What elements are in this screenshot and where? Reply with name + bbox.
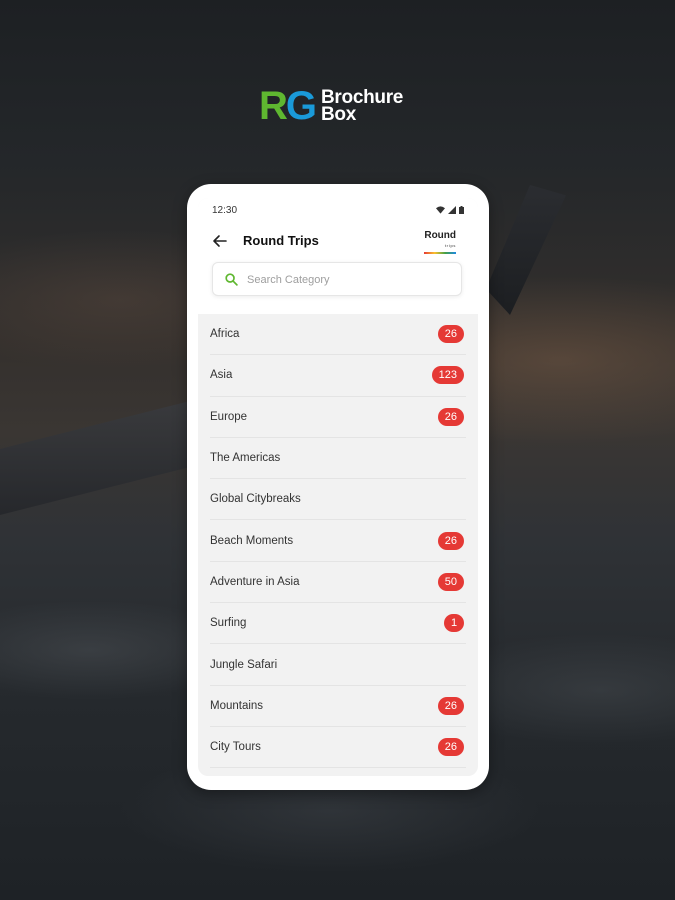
count-badge: 50 — [437, 572, 464, 591]
category-label: Global Citybreaks — [210, 493, 301, 506]
category-label: Europe — [210, 410, 248, 423]
category-label: Jungle Safari — [210, 658, 278, 671]
count-badge: 1 — [444, 614, 464, 633]
status-time: 12:30 — [212, 205, 238, 216]
app-screen: 12:30 Round Trips Round trips Search Cat… — [198, 198, 478, 776]
logo-text: Brochure Box — [321, 87, 404, 125]
count-badge: 26 — [437, 407, 464, 426]
page-title: Round Trips — [243, 233, 319, 248]
count-badge: 26 — [437, 531, 464, 550]
search-section — [198, 260, 478, 314]
category-item[interactable]: The Americas — [210, 438, 466, 480]
category-item[interactable]: City Tours 26 — [210, 727, 466, 769]
category-label: Beach Moments — [210, 534, 294, 547]
category-label: Adventure in Asia — [210, 575, 300, 588]
count-badge: 123 — [431, 366, 464, 385]
category-label: Surfing — [210, 617, 247, 630]
category-item[interactable]: Adventure in Asia 50 — [210, 562, 466, 604]
category-item[interactable]: Global Citybreaks — [210, 479, 466, 521]
category-item[interactable]: Mountains 26 — [210, 686, 466, 727]
app-bar: Round Trips Round trips — [198, 222, 478, 260]
count-badge: 26 — [437, 738, 464, 757]
search-input[interactable] — [245, 270, 454, 290]
search-icon — [225, 273, 238, 286]
category-item[interactable]: Surfing 1 — [210, 603, 466, 645]
category-label: The Americas — [210, 452, 281, 465]
category-label: Asia — [210, 369, 233, 382]
logo-mark: RG — [259, 84, 317, 128]
phone-frame: 12:30 Round Trips Round trips Search Cat… — [187, 184, 489, 790]
count-badge: 26 — [437, 696, 464, 715]
category-list: Africa 26 Asia 123 Europe 26 The Americas Globa… — [210, 314, 466, 769]
status-bar: 12:30 — [198, 198, 478, 222]
battery-icon — [459, 206, 464, 214]
search-box[interactable] — [212, 262, 462, 296]
category-item[interactable]: Europe 26 — [210, 397, 466, 438]
count-badge: 26 — [437, 325, 464, 344]
category-item[interactable]: Beach Moments 26 — [210, 520, 466, 562]
back-arrow-icon[interactable] — [212, 233, 228, 249]
category-item[interactable]: Asia 123 — [210, 355, 466, 397]
category-label: City Tours — [210, 741, 261, 754]
round-trips-logo: Round trips — [424, 231, 456, 254]
category-item[interactable]: Africa 26 — [210, 314, 466, 356]
background-wing — [0, 401, 190, 515]
category-label: Africa — [210, 328, 240, 341]
signal-icon — [448, 206, 456, 214]
brochure-box-logo: RG Brochure Box — [259, 86, 403, 126]
category-label: Mountains — [210, 699, 264, 712]
category-item[interactable]: Jungle Safari — [210, 644, 466, 686]
background-winglet — [486, 185, 566, 315]
wifi-icon — [436, 206, 445, 214]
